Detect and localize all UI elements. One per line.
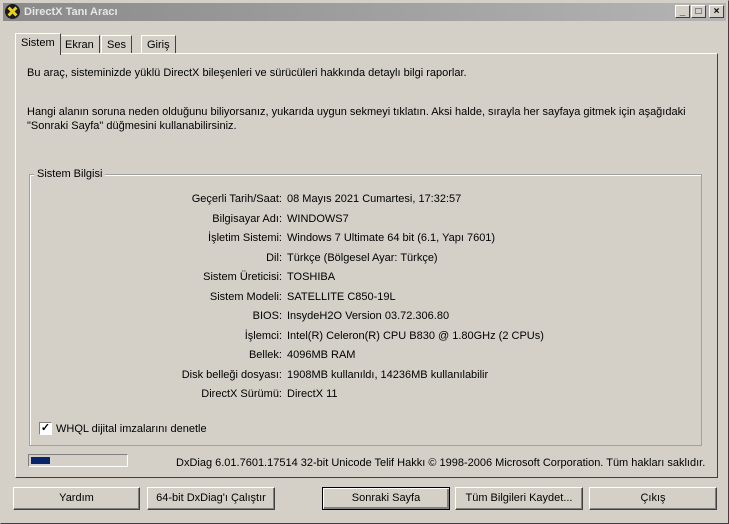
system-info-value: Intel(R) Celeron(R) CPU B830 @ 1.80GHz (… <box>287 329 544 342</box>
system-info-value: 4096MB RAM <box>287 349 356 361</box>
tab-ses[interactable]: Ses <box>101 35 132 54</box>
save-all-info-button[interactable]: Tüm Bilgileri Kaydet... <box>455 487 583 510</box>
system-info-row: Bilgisayar Adı: WINDOWS7 <box>1 213 729 229</box>
system-info-value: WINDOWS7 <box>287 212 349 225</box>
help-button[interactable]: Yardım <box>13 487 140 510</box>
tab-label: Giriş <box>147 39 170 51</box>
system-info-row: BIOS: InsydeH2O Version 03.72.306.80 <box>1 310 729 326</box>
tab-label: Ses <box>107 39 126 51</box>
system-info-label: Dil: <box>266 251 282 264</box>
system-info-group-title: Sistem Bilgisi <box>34 168 106 180</box>
system-info-label: Bellek: <box>248 349 282 361</box>
system-info-value: 1908MB kullanıldı, 14236MB kullanılabili… <box>287 368 489 381</box>
system-info-row: İşlemci: Intel(R) Celeron(R) CPU B830 @ 1… <box>1 330 729 346</box>
title-bar[interactable]: DirectX Tanı Aracı _ □ × <box>3 3 726 21</box>
system-info-row: İşletim Sistemi: Windows 7 Ultimate 64 bi… <box>1 232 729 248</box>
whql-checkbox[interactable]: ✓ <box>39 422 52 435</box>
next-page-button[interactable]: Sonraki Sayfa <box>322 487 450 510</box>
whql-checkbox-label[interactable]: WHQL dijital imzalarını denetle <box>56 423 207 435</box>
system-info-label: İşlemci: <box>244 329 282 342</box>
minimize-button[interactable]: _ <box>675 5 690 18</box>
tab-label: Ekran <box>65 39 94 51</box>
tab-sistem[interactable]: Sistem <box>15 33 61 55</box>
system-info-label: BIOS: <box>252 310 282 322</box>
system-info-value: Windows 7 Ultimate 64 bit (6.1, Yapı 760… <box>287 232 496 244</box>
intro-text-1: Bu araç, sisteminizde yüklü DirectX bile… <box>27 67 467 79</box>
tab-label: Sistem <box>21 37 55 49</box>
system-info-row: Bellek: 4096MB RAM <box>1 349 729 365</box>
intro-text-2: Hangi alanın soruna neden olduğunu biliy… <box>27 106 686 118</box>
system-info-row: DirectX Sürümü: DirectX 11 <box>1 388 729 404</box>
system-info-label: DirectX Sürümü: <box>201 388 282 400</box>
system-info-value: TOSHIBA <box>287 271 336 283</box>
tab-giris[interactable]: Giriş <box>141 35 176 54</box>
system-info-value: Türkçe (Bölgesel Ayar: Türkçe) <box>287 251 438 264</box>
system-info-label: Geçerli Tarih/Saat: <box>191 193 282 205</box>
version-copyright-text: DxDiag 6.01.7601.17514 32-bit Unicode Te… <box>176 457 706 469</box>
system-info-label: Bilgisayar Adı: <box>212 212 282 225</box>
system-info-value: DirectX 11 <box>287 388 338 400</box>
system-info-value: 08 Mayıs 2021 Cumartesi, 17:32:57 <box>287 193 462 205</box>
close-button[interactable]: × <box>709 5 724 18</box>
system-info-label: Sistem Modeli: <box>209 290 282 303</box>
progress-bar-fill <box>31 457 50 464</box>
run-64bit-dxdiag-button[interactable]: 64-bit DxDiag'ı Çalıştır <box>147 487 275 510</box>
progress-bar <box>28 454 128 467</box>
window-title: DirectX Tanı Aracı <box>24 6 118 18</box>
intro-text-3: "Sonraki Sayfa" düğmesini kullanabilirsi… <box>27 120 237 132</box>
dxdiag-window: DirectX Tanı Aracı _ □ × Sistem Ekran Se… <box>0 0 729 524</box>
system-info-row: Disk belleği dosyası: 1908MB kullanıldı, … <box>1 369 729 385</box>
system-info-label: İşletim Sistemi: <box>208 232 282 244</box>
system-info-row: Geçerli Tarih/Saat: 08 Mayıs 2021 Cumarte… <box>1 193 729 209</box>
system-info-value: SATELLITE C850-19L <box>287 290 396 303</box>
exit-button[interactable]: Çıkış <box>589 487 717 510</box>
tab-ekran[interactable]: Ekran <box>59 35 100 54</box>
system-info-row: Dil: Türkçe (Bölgesel Ayar: Türkçe) <box>1 252 729 268</box>
system-info-row: Sistem Modeli: SATELLITE C850-19L <box>1 291 729 307</box>
system-info-value: InsydeH2O Version 03.72.306.80 <box>287 310 450 322</box>
system-info-label: Sistem Üreticisi: <box>203 271 282 283</box>
maximize-button[interactable]: □ <box>691 5 706 18</box>
system-info-row: Sistem Üreticisi: TOSHIBA <box>1 271 729 287</box>
directx-app-icon <box>5 4 20 19</box>
system-info-label: Disk belleği dosyası: <box>181 368 282 381</box>
